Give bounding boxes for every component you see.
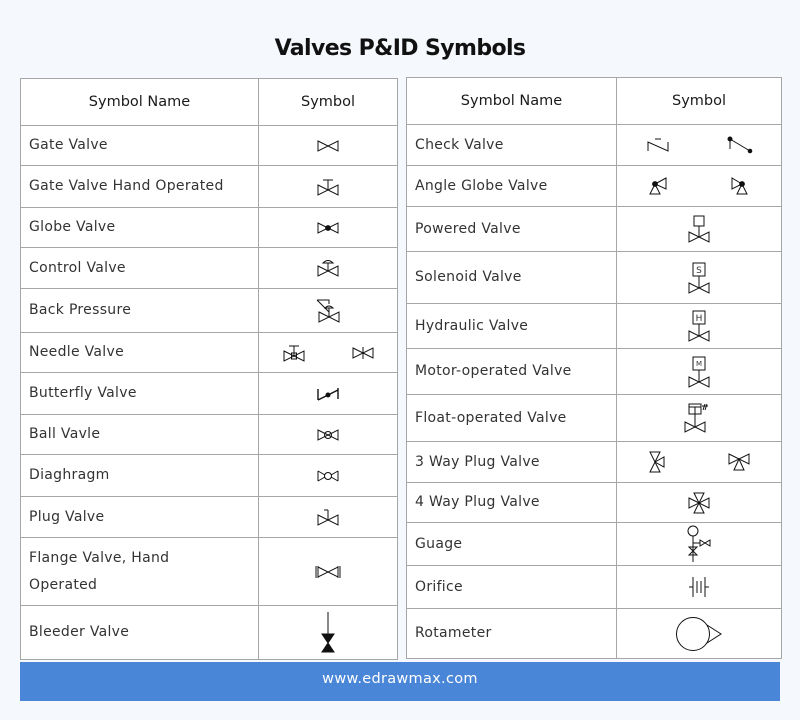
diaphragm-valve-symbol [258,454,398,497]
table-row: Powered Valve [406,206,782,252]
header-symbol-name: Symbol Name [20,78,259,126]
flange-valve-symbol [258,537,398,606]
symbol-name: Motor-operated Valve [406,348,617,395]
motor-operated-valve-symbol: M [616,348,782,395]
table-row: Butterfly Valve [20,372,398,415]
footer-website-link[interactable]: www.edrawmax.com [20,662,780,701]
right-symbol-table: Symbol Name Symbol Check Valve Angle Glo… [406,77,782,659]
symbol-name: Orifice [406,565,617,609]
symbol-name: Gate Valve Hand Operated [20,165,259,208]
table-header-row: Symbol Name Symbol [406,77,782,125]
table-row: Motor-operated Valve M [406,348,782,395]
symbol-name: Control Valve [20,247,259,289]
symbol-name: 3 Way Plug Valve [406,441,617,483]
symbol-name: 4 Way Plug Valve [406,482,617,523]
angle-globe-valve-symbol [616,165,782,207]
powered-valve-symbol [616,206,782,252]
symbol-name: Check Valve [406,124,617,166]
solenoid-valve-symbol: S [616,251,782,304]
symbol-name: Back Pressure [20,288,259,333]
table-row: Flange Valve, Hand Operated [20,537,398,606]
symbol-name: Bleeder Valve [20,605,259,660]
table-row: Gate Valve [20,125,398,166]
symbol-name: Hydraulic Valve [406,303,617,349]
table-row: 4 Way Plug Valve [406,482,782,523]
gauge-symbol [616,522,782,566]
table-row: Solenoid Valve S [406,251,782,304]
header-symbol: Symbol [616,77,782,125]
symbol-name: Needle Valve [20,332,259,373]
left-symbol-table: Symbol Name Symbol Gate Valve Gate Valve… [20,78,398,660]
table-row: Needle Valve [20,332,398,373]
rotameter-symbol [616,608,782,659]
header-symbol: Symbol [258,78,398,126]
symbol-name: Rotameter [406,608,617,659]
check-valve-symbol [616,124,782,166]
symbol-name: Plug Valve [20,496,259,538]
float-operated-valve-symbol [616,394,782,442]
table-row: Check Valve [406,124,782,166]
globe-valve-symbol [258,207,398,248]
gate-valve-symbol [258,125,398,166]
table-row: 3 Way Plug Valve [406,441,782,483]
symbol-name: Ball Vavle [20,414,259,455]
symbol-name: Float-operated Valve [406,394,617,442]
symbol-name: Butterfly Valve [20,372,259,415]
table-row: Globe Valve [20,207,398,248]
needle-valve-symbol [258,332,398,373]
table-row: Diaghragm [20,454,398,497]
orifice-symbol [616,565,782,609]
header-symbol-name: Symbol Name [406,77,617,125]
control-valve-symbol [258,247,398,289]
table-row: Gate Valve Hand Operated [20,165,398,208]
symbol-name: Diaghragm [20,454,259,497]
table-row: Orifice [406,565,782,609]
table-row: Rotameter [406,608,782,659]
gate-valve-hand-operated-symbol [258,165,398,208]
symbol-name: Flange Valve, Hand Operated [20,537,259,606]
butterfly-valve-symbol [258,372,398,415]
table-row: Ball Vavle [20,414,398,455]
plug-valve-symbol [258,496,398,538]
symbol-name: Powered Valve [406,206,617,252]
page-title: Valves P&ID Symbols [274,36,526,61]
table-row: Hydraulic Valve H [406,303,782,349]
symbol-name: Gate Valve [20,125,259,166]
table-row: Back Pressure [20,288,398,333]
four-way-plug-valve-symbol [616,482,782,523]
three-way-plug-valve-symbol [616,441,782,483]
solenoid-label: S [696,266,702,276]
hydraulic-valve-symbol: H [616,303,782,349]
bleeder-valve-symbol [258,605,398,660]
table-row: Float-operated Valve [406,394,782,442]
table-row: Plug Valve [20,496,398,538]
symbol-name: Guage [406,522,617,566]
table-row: Angle Globe Valve [406,165,782,207]
table-row: Guage [406,522,782,566]
symbol-name: Solenoid Valve [406,251,617,304]
ball-valve-symbol [258,414,398,455]
hydraulic-label: H [696,314,703,324]
symbol-name: Globe Valve [20,207,259,248]
table-row: Control Valve [20,247,398,289]
back-pressure-symbol [258,288,398,333]
table-header-row: Symbol Name Symbol [20,78,398,126]
table-row: Bleeder Valve [20,605,398,660]
symbol-name: Angle Globe Valve [406,165,617,207]
motor-label: M [696,360,702,368]
